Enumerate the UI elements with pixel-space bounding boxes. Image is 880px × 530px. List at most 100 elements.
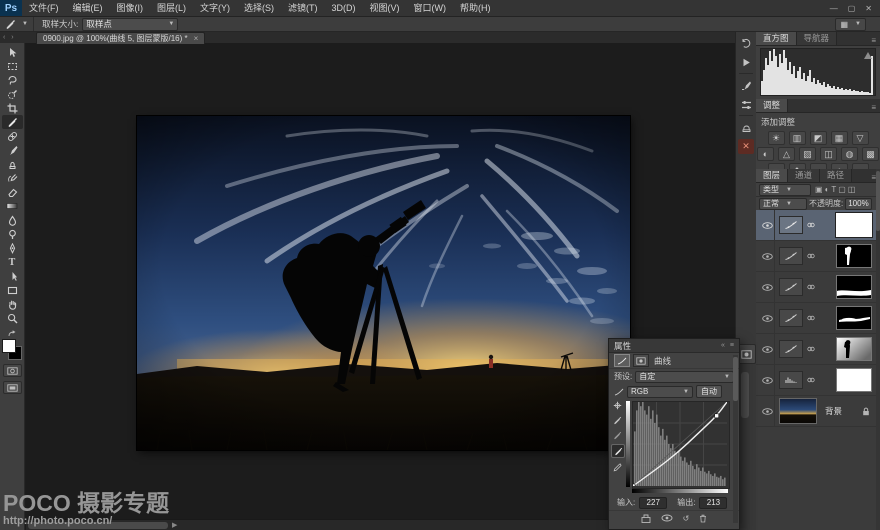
properties-scrollbar-thumb[interactable]: [733, 357, 738, 401]
layer-visibility-toggle[interactable]: [760, 396, 775, 426]
layer-filter-dropdown[interactable]: 类型 ▼: [759, 184, 811, 196]
layer-row-curves-2[interactable]: [756, 303, 876, 334]
mask-link-icon[interactable]: [807, 376, 815, 384]
adjustment-vibrance-icon[interactable]: ▽: [852, 131, 869, 145]
mask-view-chip[interactable]: [633, 354, 649, 367]
photo-canvas-image[interactable]: [137, 116, 630, 450]
menu-type[interactable]: 文字(Y): [193, 0, 237, 16]
curves-adjustment-thumb[interactable]: [779, 309, 803, 327]
eyedropper-tool[interactable]: [2, 115, 23, 129]
menu-select[interactable]: 选择(S): [237, 0, 281, 16]
mask-link-icon[interactable]: [807, 345, 815, 353]
panel-menu-icon[interactable]: ≡: [871, 103, 880, 112]
histogram-refresh-warning-icon[interactable]: [864, 52, 872, 59]
document-tab[interactable]: 0900.jpg @ 100%(曲线 5, 图层蒙版/16) * ×: [36, 32, 205, 44]
targeted-adjustment-icon[interactable]: [611, 399, 623, 411]
tab-adjustments[interactable]: 调整: [756, 99, 788, 112]
crop-tool[interactable]: [2, 101, 23, 115]
foreground-color-swatch[interactable]: [2, 339, 16, 353]
gradient-tool[interactable]: [2, 199, 23, 213]
tab-layers[interactable]: 图层: [756, 169, 788, 182]
clone-stamp-tool[interactable]: [2, 157, 23, 171]
hand-tool[interactable]: [2, 297, 23, 311]
filter-adjustment-icon[interactable]: ◐: [825, 185, 830, 194]
curves-adjustment-thumb[interactable]: [779, 216, 803, 234]
dock-icon-brush-presets-panel[interactable]: [738, 78, 754, 93]
sample-size-dropdown[interactable]: 取样点 ▼: [82, 18, 178, 31]
tab-histogram[interactable]: 直方图: [756, 32, 797, 45]
dock-scrollbar-thumb[interactable]: [741, 372, 749, 418]
dock-icon-alert-panel[interactable]: ✕: [738, 139, 754, 154]
maximize-icon[interactable]: ▢: [848, 4, 856, 13]
menu-edit[interactable]: 编辑(E): [66, 0, 110, 16]
curves-adjustment-thumb[interactable]: [779, 247, 803, 265]
lasso-tool[interactable]: [2, 73, 23, 87]
marquee-tool[interactable]: [2, 59, 23, 73]
channel-dropdown[interactable]: RGB ▼: [627, 386, 693, 398]
dock-icon-history-panel[interactable]: [738, 36, 754, 51]
panel-menu-icon[interactable]: ≡: [730, 342, 734, 349]
quick-mask-button[interactable]: [3, 364, 22, 377]
layer-row-curves-1[interactable]: [756, 334, 876, 365]
menu-window[interactable]: 窗口(W): [407, 0, 454, 16]
preset-dropdown[interactable]: 自定 ▼: [635, 371, 734, 383]
menu-filter[interactable]: 滤镜(T): [281, 0, 325, 16]
layer-visibility-toggle[interactable]: [760, 303, 775, 333]
adjustment-brightness-contrast-icon[interactable]: ☀: [768, 131, 785, 145]
layer-mask-thumb-bottom-band[interactable]: [836, 275, 872, 299]
mask-link-icon[interactable]: [807, 283, 815, 291]
collapse-panel-icon[interactable]: «: [721, 342, 725, 349]
output-value[interactable]: 213: [699, 497, 727, 509]
screen-mode-button[interactable]: [3, 381, 22, 394]
adjustment-color-balance-icon[interactable]: △: [778, 147, 795, 161]
properties-scrollbar[interactable]: [733, 355, 738, 523]
adjustment-channel-mixer-icon[interactable]: ◍: [841, 147, 858, 161]
layer-row-curves-3[interactable]: [756, 272, 876, 303]
layer-visibility-toggle[interactable]: [760, 210, 775, 240]
layer-mask-thumb-figure[interactable]: [836, 244, 872, 268]
auto-button[interactable]: 自动: [696, 385, 722, 398]
history-brush-tool[interactable]: [2, 171, 23, 185]
layer-mask-thumb-white[interactable]: [836, 213, 872, 237]
layer-row-curves-4[interactable]: [756, 241, 876, 272]
adjustment-hue-saturation-icon[interactable]: ◐: [757, 147, 774, 161]
adjustment-curves-icon[interactable]: ◩: [810, 131, 827, 145]
eraser-tool[interactable]: [2, 185, 23, 199]
workspace-switcher[interactable]: ▦ ▼: [835, 18, 866, 31]
blend-mode-dropdown[interactable]: 正常 ▼: [759, 198, 807, 210]
minimize-icon[interactable]: —: [830, 4, 838, 13]
clip-to-layer-icon[interactable]: [641, 514, 651, 523]
active-tool-chip[interactable]: ▼: [0, 17, 34, 31]
curve-pencil-icon[interactable]: [611, 461, 623, 473]
quick-selection-tool[interactable]: [2, 87, 23, 101]
zoom-tool[interactable]: [2, 311, 23, 325]
filter-type-icon[interactable]: T: [831, 185, 836, 194]
delete-adjustment-trash-icon[interactable]: [699, 514, 707, 523]
tab-paths[interactable]: 路径: [820, 169, 852, 182]
menu-view[interactable]: 视图(V): [363, 0, 407, 16]
input-value[interactable]: 227: [639, 497, 667, 509]
toolbar-collapse-icon[interactable]: ‹ ›: [3, 34, 16, 41]
layer-mask-thumb-gradient-figure[interactable]: [836, 337, 872, 361]
path-selection-tool[interactable]: [2, 269, 23, 283]
curves-grid[interactable]: [632, 401, 730, 489]
scroll-right-arrow-icon[interactable]: ▶: [172, 521, 177, 529]
adjustment-levels-icon[interactable]: ▥: [789, 131, 806, 145]
close-icon[interactable]: ✕: [865, 4, 872, 13]
toggle-visibility-eye-icon[interactable]: [661, 514, 673, 522]
levels-adjustment-thumb[interactable]: [779, 371, 803, 389]
dock-icon-actions-panel[interactable]: [738, 55, 754, 70]
menu-image[interactable]: 图像(I): [110, 0, 151, 16]
layer-visibility-toggle[interactable]: [760, 241, 775, 271]
curves-adjustment-thumb[interactable]: [779, 278, 803, 296]
menu-help[interactable]: 帮助(H): [453, 0, 498, 16]
layer-visibility-toggle[interactable]: [760, 334, 775, 364]
adjustment-color-lookup-icon[interactable]: ▩: [862, 147, 879, 161]
document-close-icon[interactable]: ×: [194, 34, 199, 43]
mask-link-icon[interactable]: [807, 252, 815, 260]
mask-link-icon[interactable]: [807, 221, 815, 229]
opacity-value[interactable]: 100%: [845, 198, 871, 210]
menu-file[interactable]: 文件(F): [22, 0, 66, 16]
healing-brush-tool[interactable]: [2, 129, 23, 143]
layer-row-background[interactable]: 背景: [756, 396, 876, 427]
